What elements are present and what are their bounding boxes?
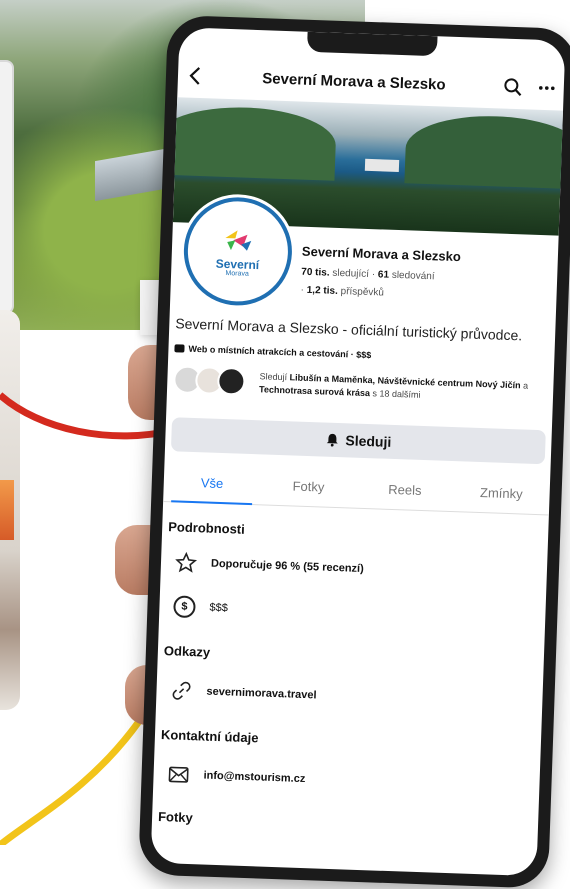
- followed-and: a: [522, 380, 529, 391]
- profile-description: Severní Morava a Slezsko - oficiální tur…: [175, 315, 523, 344]
- follow-button-label: Sleduji: [345, 432, 392, 450]
- posts-label: příspěvků: [340, 286, 385, 299]
- price-text: $$$: [209, 601, 229, 615]
- profile-tabs: Vše Fotky Reels Zmínky: [163, 466, 551, 516]
- followed-prefix: Sledují: [259, 371, 288, 383]
- tab-photos[interactable]: Fotky: [260, 470, 358, 507]
- tab-all[interactable]: Vše: [163, 467, 261, 504]
- phone-mockup: Severní Morava a Slezsko Severní Morava: [138, 14, 570, 889]
- phone-screen: Severní Morava a Slezsko Severní Morava: [150, 27, 566, 877]
- category-text: Web o místních atrakcích a cestování · $…: [188, 343, 372, 361]
- photos-heading: Fotky: [157, 808, 194, 826]
- cover-hill: [154, 104, 337, 181]
- tab-reels[interactable]: Reels: [356, 474, 454, 511]
- rating-text: Doporučuje 96 % (55 recenzí): [210, 557, 364, 576]
- contact-heading: Kontaktní údaje: [160, 727, 259, 746]
- follower-avatar: [216, 366, 246, 396]
- email-row[interactable]: info@mstourism.cz: [167, 763, 306, 790]
- followers-label: sledující: [332, 267, 370, 281]
- profile-name: Severní Morava a Slezsko: [301, 243, 462, 265]
- following-count[interactable]: 61: [378, 269, 390, 280]
- star-icon: [175, 551, 198, 574]
- followed-names-2: Technotrasa surová krása: [258, 384, 371, 399]
- website-link[interactable]: severnimorava.travel: [206, 686, 316, 702]
- rating-row[interactable]: Doporučuje 96 % (55 recenzí): [175, 551, 364, 580]
- profile-stats: 70 tis. sledující · 61 sledování · 1,2 t…: [300, 266, 435, 299]
- email-text[interactable]: info@mstourism.cz: [203, 770, 305, 786]
- followers-count[interactable]: 70 tis.: [301, 267, 330, 279]
- logo-text: Severní: [215, 256, 260, 272]
- chevron-left-icon[interactable]: [177, 58, 212, 93]
- ellipsis-icon[interactable]: [529, 71, 564, 106]
- envelope-icon: [167, 763, 190, 786]
- link-icon: [170, 679, 193, 702]
- price-row: $ $$$: [173, 595, 228, 619]
- tab-mentions[interactable]: Zmínky: [452, 477, 550, 514]
- following-label: sledování: [391, 269, 435, 283]
- cover-hill: [404, 113, 566, 190]
- follow-button[interactable]: Sleduji: [170, 417, 546, 465]
- page-title: Severní Morava a Slezsko: [261, 69, 446, 94]
- briefcase-icon: [174, 344, 185, 353]
- brand-logo-icon: [225, 229, 252, 251]
- profile-category: Web o místních atrakcích a cestování · $…: [174, 343, 371, 360]
- mutual-followers-avatars[interactable]: [172, 365, 246, 396]
- website-row[interactable]: severnimorava.travel: [170, 679, 317, 706]
- bell-icon: [326, 433, 338, 447]
- logo-subtext: Morava: [225, 269, 249, 278]
- dollar-icon: $: [173, 595, 196, 619]
- phone-notch: [306, 31, 438, 57]
- details-heading: Podrobnosti: [168, 519, 246, 537]
- posts-count: 1,2 tis.: [306, 284, 339, 297]
- followed-suffix: s 18 dalšími: [372, 388, 421, 400]
- search-icon[interactable]: [495, 69, 530, 104]
- mutual-followers-text[interactable]: Sledují Libušín a Maměnka, Návštěvnické …: [259, 370, 550, 406]
- cover-dam: [364, 158, 400, 172]
- links-heading: Odkazy: [163, 643, 211, 660]
